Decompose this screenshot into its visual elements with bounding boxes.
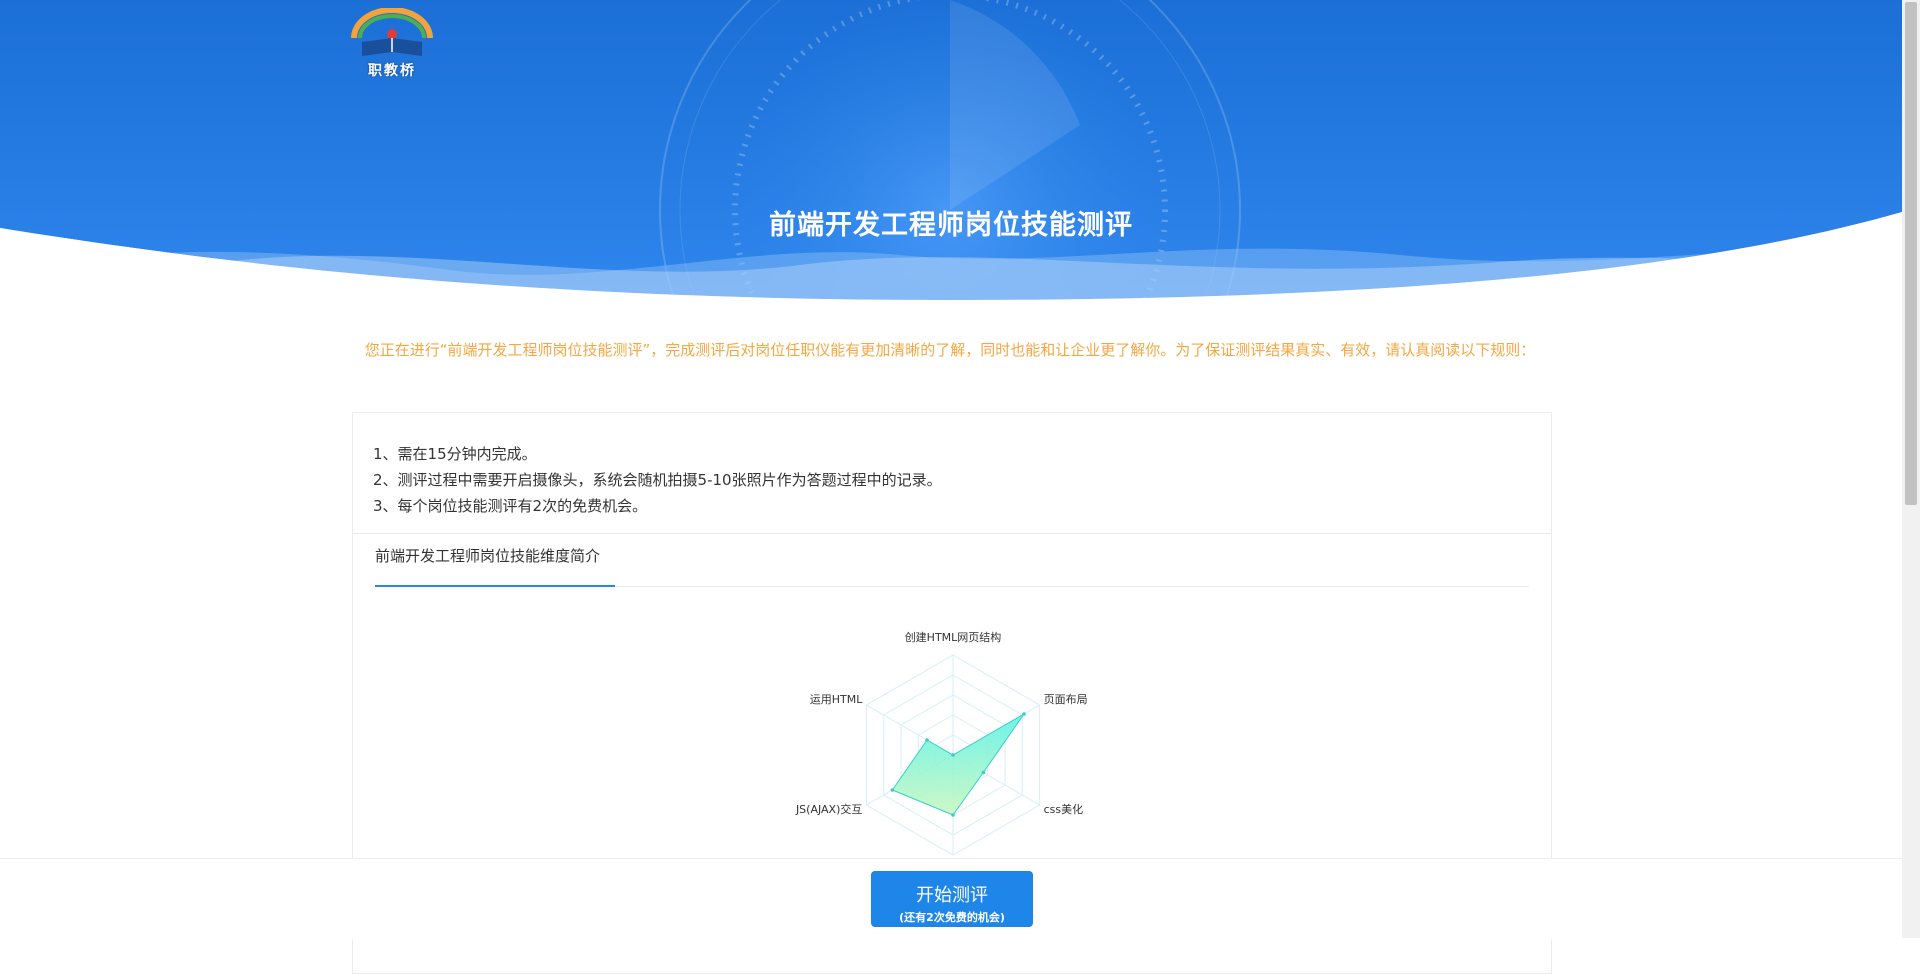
scrollbar-thumb[interactable] <box>1905 2 1917 505</box>
section-header: 前端开发工程师岗位技能维度简介 <box>375 534 1529 587</box>
start-assessment-button[interactable]: 开始测评 (还有2次免费的机会) <box>871 871 1033 927</box>
rule-item: 2、测评过程中需要开启摄像头，系统会随机拍摄5-10张照片作为答题过程中的记录。 <box>373 471 942 489</box>
radar-point <box>890 788 895 792</box>
skill-radar-chart: 创建HTML网页结构页面布局css美化运用JavascriptJS(AJAX)交… <box>795 630 1088 878</box>
page-title: 前端开发工程师岗位技能测评 <box>769 210 1133 241</box>
rule-item: 1、需在15分钟内完成。 <box>373 445 537 463</box>
logo[interactable]: 职教桥 <box>350 8 440 82</box>
vertical-scrollbar[interactable] <box>1902 0 1920 938</box>
tab-skill-dimensions[interactable]: 前端开发工程师岗位技能维度简介 <box>375 534 615 587</box>
header-banner: 职教桥 前端开发工程师岗位技能测评 <box>0 0 1902 310</box>
logo-text: 职教桥 <box>368 63 416 79</box>
radar-point <box>951 813 955 817</box>
radar-point <box>951 753 955 757</box>
radar-axis-label: JS(AJAX)交互 <box>795 802 862 816</box>
radar-axis-label: css美化 <box>1044 802 1084 816</box>
radar-axis-label: 运用HTML <box>810 693 863 706</box>
radar-axis-label: 页面布局 <box>1044 693 1088 706</box>
banner-background <box>0 0 1902 310</box>
rules-list: 1、需在15分钟内完成。 2、测评过程中需要开启摄像头，系统会随机拍摄5-10张… <box>353 413 1551 534</box>
radar-point <box>1022 712 1026 716</box>
remaining-attempts-text: (还有2次免费的机会) <box>899 911 1005 924</box>
radar-axis-label: 创建HTML网页结构 <box>905 630 1002 644</box>
radar-point <box>925 738 929 742</box>
rule-item: 3、每个岗位技能测评有2次的免费机会。 <box>373 497 648 515</box>
logo-emblem-icon <box>351 8 433 56</box>
radar-point <box>981 770 986 775</box>
start-button-label: 开始测评 <box>916 885 988 906</box>
radar-series-area <box>891 713 1025 816</box>
notice-text: 您正在进行“前端开发工程师岗位技能测评”，完成测评后对岗位任职仪能有更加清晰的了… <box>364 341 1536 359</box>
bottom-action-bar: 开始测评 (还有2次免费的机会) <box>0 858 1902 939</box>
